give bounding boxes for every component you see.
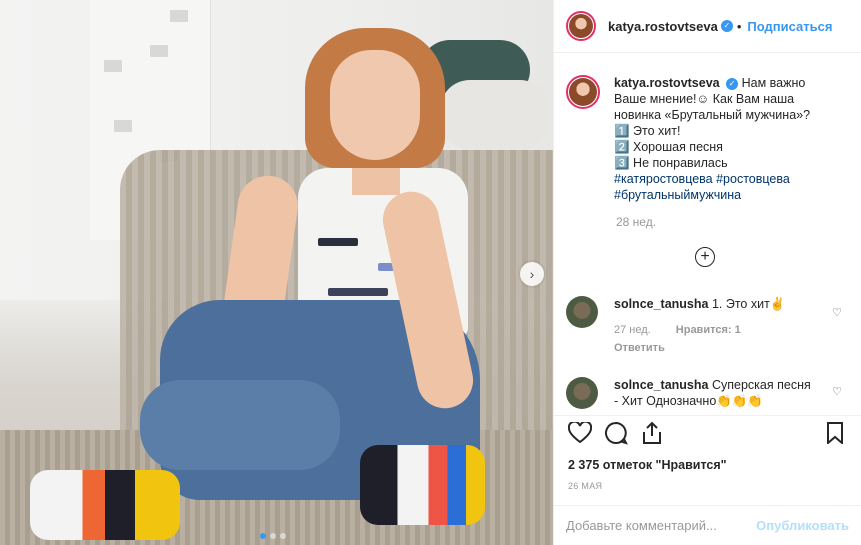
post-date: 26 МАЯ xyxy=(568,481,603,491)
comment: solnce_tanusha 1. Это хит✌ 27 нед. Нрави… xyxy=(566,296,850,356)
comment: solnce_tanusha Суперская песня - Хит Одн… xyxy=(566,377,850,409)
photo-sneaker xyxy=(30,470,180,540)
header-separator: • xyxy=(736,18,742,34)
comment-bubble-icon[interactable] xyxy=(602,421,630,445)
caption-line: Ваше мнение!☺ Как Вам наша xyxy=(614,92,795,106)
caption-line: 2️⃣ Хорошая песня xyxy=(614,140,723,154)
photo-pillow xyxy=(440,80,550,150)
comment-input[interactable]: Добавьте комментарий... xyxy=(566,518,756,533)
commenter-avatar[interactable] xyxy=(566,377,598,409)
like-heart-icon[interactable] xyxy=(566,421,594,445)
bookmark-icon[interactable] xyxy=(821,421,849,445)
photo-sneaker xyxy=(360,445,485,525)
carousel-dot xyxy=(270,533,276,539)
carousel-dot xyxy=(280,533,286,539)
share-icon[interactable] xyxy=(638,421,666,445)
reply-button[interactable]: Ответить xyxy=(614,340,814,356)
post-sidebar: katya.rostovtseva ✓ • Подписаться katya.… xyxy=(553,0,861,545)
load-more-comments-button[interactable]: + xyxy=(695,247,715,267)
comment-likes-count[interactable]: Нравится: 1 xyxy=(676,324,741,336)
caption-line: новинка «Брутальный мужчина»? xyxy=(614,108,811,122)
post-photo[interactable]: › xyxy=(0,0,553,545)
photo-figure-face xyxy=(330,50,420,160)
commenter-username[interactable]: solnce_tanusha xyxy=(614,378,708,392)
hashtag-link[interactable]: #брутальныймужчина xyxy=(614,188,741,202)
heart-icon[interactable]: ♡ xyxy=(832,385,842,398)
caption-text: katya.rostovtseva ✓ Нам важно Ваше мнени… xyxy=(614,75,810,203)
comment-age: 27 нед. xyxy=(614,324,651,336)
carousel-dots xyxy=(260,533,286,539)
author-avatar[interactable] xyxy=(566,75,600,109)
caption-line: Нам важно xyxy=(741,76,806,90)
carousel-dot xyxy=(260,533,266,539)
post-actions-bar xyxy=(554,415,861,449)
author-avatar[interactable] xyxy=(566,11,596,41)
commenter-avatar[interactable] xyxy=(566,296,598,328)
follow-button[interactable]: Подписаться xyxy=(747,19,832,34)
caption-age: 28 нед. xyxy=(616,215,657,229)
hashtag-link[interactable]: #катяростовцева xyxy=(614,172,713,186)
publish-button[interactable]: Опубликовать xyxy=(756,518,849,533)
plus-icon: + xyxy=(700,248,710,265)
commenter-username[interactable]: solnce_tanusha xyxy=(614,297,708,311)
verified-badge-icon: ✓ xyxy=(726,77,739,90)
comments-scroll-area[interactable]: katya.rostovtseva ✓ Нам важно Ваше мнени… xyxy=(554,53,861,415)
heart-icon[interactable]: ♡ xyxy=(832,306,842,319)
caption-username[interactable]: katya.rostovtseva xyxy=(614,76,720,90)
author-username[interactable]: katya.rostovtseva xyxy=(608,19,718,34)
instagram-post: › katya.rostovtseva ✓ • Подписаться katy… xyxy=(0,0,861,545)
photo-figure-jeans xyxy=(140,380,340,470)
hashtag-link[interactable]: #ростовцева xyxy=(716,172,790,186)
caption-line: 1️⃣ Это хит! xyxy=(614,124,681,138)
add-comment-bar: Добавьте комментарий... Опубликовать xyxy=(554,505,861,545)
chevron-right-icon: › xyxy=(529,266,535,282)
caption-line: 3️⃣ Не понравилась xyxy=(614,156,728,170)
post-header: katya.rostovtseva ✓ • Подписаться xyxy=(554,0,861,53)
verified-badge-icon: ✓ xyxy=(720,20,733,32)
comment-text: 1. Это хит✌ xyxy=(711,297,786,311)
caption: katya.rostovtseva ✓ Нам важно Ваше мнени… xyxy=(554,53,861,203)
carousel-next-button[interactable]: › xyxy=(520,262,544,286)
likes-count[interactable]: 2 375 отметок "Нравится" xyxy=(568,458,727,472)
